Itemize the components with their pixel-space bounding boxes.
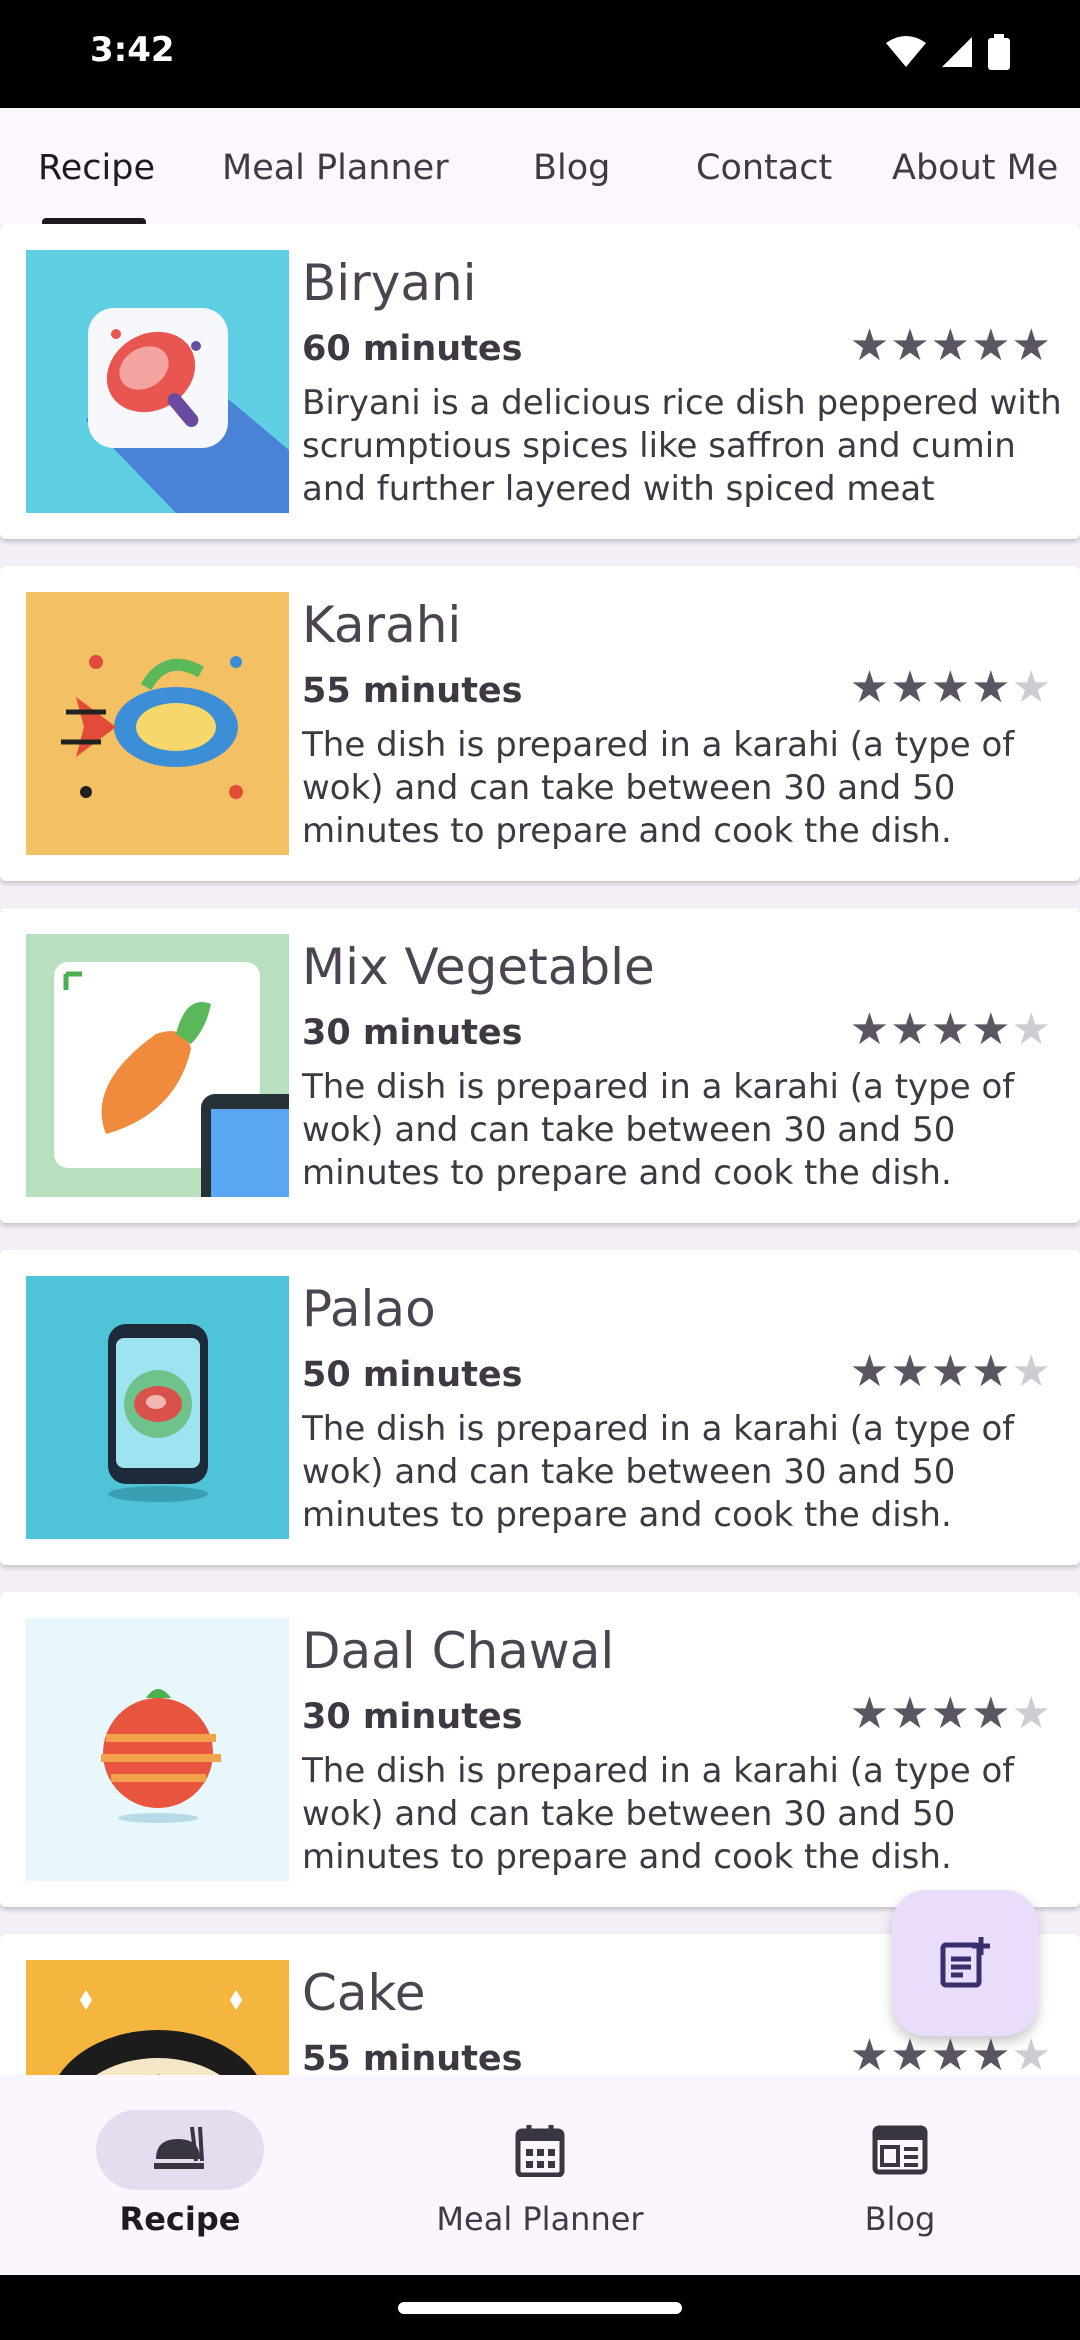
star-icon: ★	[1011, 1005, 1052, 1054]
star-icon: ★	[890, 663, 931, 712]
star-icon: ★	[890, 321, 931, 370]
tab-blog[interactable]: Blog	[533, 148, 610, 188]
rating-stars: ★★★★★	[850, 1346, 1052, 1397]
recipe-list[interactable]: Biryani 60 minutes ★★★★★ Biryani is a de…	[0, 224, 1080, 2075]
star-icon: ★	[849, 1689, 891, 1738]
recipe-title: Mix Vegetable	[302, 938, 655, 996]
wifi-icon	[886, 36, 926, 67]
recipe-title: Cake	[302, 1964, 426, 2022]
recipe-card[interactable]: Karahi 55 minutes ★★★★★ The dish is prep…	[0, 566, 1080, 881]
rating-stars: ★★★★★	[850, 1004, 1052, 1055]
tab-meal-planner[interactable]: Meal Planner	[222, 148, 449, 188]
recipe-image	[26, 1618, 289, 1881]
note-add-icon	[940, 1937, 990, 1988]
star-icon: ★	[971, 663, 1012, 712]
recipe-title: Daal Chawal	[302, 1622, 615, 1680]
recipe-title: Biryani	[302, 254, 477, 312]
dinner-dining-icon	[154, 2126, 204, 2169]
recipe-duration: 30 minutes	[302, 1013, 523, 1053]
status-icons	[886, 34, 1010, 70]
star-icon: ★	[1011, 321, 1052, 370]
rating-stars: ★★★★★	[850, 320, 1052, 371]
rating-stars: ★★★★★	[850, 662, 1052, 713]
rating-stars: ★★★★★	[850, 2030, 1052, 2075]
newspaper-icon	[872, 2125, 928, 2175]
recipe-image	[26, 250, 289, 513]
recipe-duration: 60 minutes	[302, 329, 523, 369]
star-icon: ★	[971, 1689, 1012, 1738]
nav-label: Meal Planner	[436, 2200, 644, 2238]
nav-item-meal-planner[interactable]: Meal Planner	[390, 2110, 690, 2238]
star-icon: ★	[849, 2031, 891, 2075]
status-time: 3:42	[90, 30, 175, 70]
status-bar: 3:42	[0, 0, 1080, 108]
star-icon: ★	[930, 1689, 972, 1738]
star-icon: ★	[849, 1005, 891, 1054]
nav-active-indicator	[96, 2110, 264, 2190]
star-icon: ★	[971, 1005, 1012, 1054]
tab-about-me[interactable]: About Me	[892, 148, 1058, 188]
add-note-button[interactable]	[892, 1890, 1038, 2036]
tab-contact[interactable]: Contact	[696, 148, 832, 188]
recipe-card[interactable]: Palao 50 minutes ★★★★★ The dish is prepa…	[0, 1250, 1080, 1565]
star-icon: ★	[890, 2031, 931, 2075]
recipe-card[interactable]: Mix Vegetable 30 minutes ★★★★★ The dish …	[0, 908, 1080, 1223]
recipe-description: The dish is prepared in a karahi (a type…	[302, 1751, 1015, 1877]
star-icon: ★	[849, 1347, 891, 1396]
recipe-description: The dish is prepared in a karahi (a type…	[302, 1409, 1015, 1535]
star-icon: ★	[1011, 1347, 1052, 1396]
nav-label: Blog	[864, 2200, 936, 2238]
recipe-duration: 55 minutes	[302, 2039, 523, 2075]
recipe-image	[26, 1276, 289, 1539]
star-icon: ★	[849, 663, 891, 712]
star-icon: ★	[971, 321, 1012, 370]
star-icon: ★	[1011, 1689, 1052, 1738]
star-icon: ★	[890, 1005, 931, 1054]
tab-recipe[interactable]: Recipe	[38, 148, 155, 188]
recipe-duration: 50 minutes	[302, 1355, 523, 1395]
nav-pill	[816, 2110, 984, 2190]
nav-pill	[456, 2110, 624, 2190]
star-icon: ★	[971, 1347, 1012, 1396]
star-icon: ★	[1011, 663, 1052, 712]
recipe-description: The dish is prepared in a karahi (a type…	[302, 725, 1015, 851]
recipe-card[interactable]: Biryani 60 minutes ★★★★★ Biryani is a de…	[0, 224, 1080, 539]
star-icon: ★	[930, 1347, 972, 1396]
star-icon: ★	[1011, 2031, 1052, 2075]
recipe-duration: 55 minutes	[302, 671, 523, 711]
star-icon: ★	[890, 1689, 931, 1738]
battery-icon	[988, 34, 1010, 70]
recipe-image	[26, 934, 289, 1197]
recipe-description: The dish is prepared in a karahi (a type…	[302, 1067, 1015, 1193]
nav-item-recipe[interactable]: Recipe	[30, 2110, 330, 2238]
rating-stars: ★★★★★	[850, 1688, 1052, 1739]
signal-icon	[942, 37, 972, 67]
star-icon: ★	[849, 321, 891, 370]
top-tab-bar: Recipe Meal Planner Blog Contact About M…	[0, 108, 1080, 227]
recipe-description: Biryani is a delicious rice dish peppere…	[302, 383, 1062, 509]
star-icon: ★	[890, 1347, 931, 1396]
recipe-card[interactable]: Daal Chawal 30 minutes ★★★★★ The dish is…	[0, 1592, 1080, 1907]
recipe-title: Palao	[302, 1280, 436, 1338]
bottom-navigation: Recipe Meal Planner Blog	[0, 2075, 1080, 2275]
nav-label: Recipe	[119, 2200, 241, 2238]
recipe-duration: 30 minutes	[302, 1697, 523, 1737]
star-icon: ★	[930, 663, 972, 712]
nav-item-blog[interactable]: Blog	[750, 2110, 1050, 2238]
recipe-image	[26, 592, 289, 855]
home-gesture-handle[interactable]	[398, 2302, 682, 2314]
calendar-icon	[515, 2125, 565, 2177]
recipe-image	[26, 1960, 289, 2075]
recipe-title: Karahi	[302, 596, 462, 654]
star-icon: ★	[930, 1005, 972, 1054]
star-icon: ★	[930, 321, 972, 370]
star-icon: ★	[971, 2031, 1012, 2075]
star-icon: ★	[930, 2031, 972, 2075]
